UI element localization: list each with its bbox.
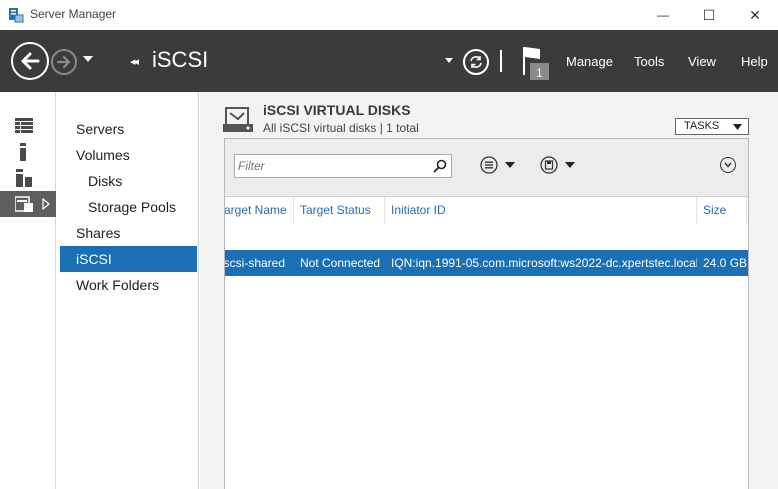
notifications-button[interactable]: 1 <box>520 45 552 83</box>
virtual-disks-panel: Target Name Target Status Initiator ID S… <box>224 138 749 489</box>
save-icon <box>540 156 558 174</box>
nav-item-work-folders[interactable]: Work Folders <box>60 272 197 298</box>
chevron-down-icon <box>505 162 515 168</box>
collapse-button[interactable] <box>720 157 736 173</box>
maximize-button[interactable]: ☐ <box>686 0 732 30</box>
minimize-icon: — <box>657 8 669 22</box>
cell-target-status: Not Connected <box>300 256 381 270</box>
view-options-button[interactable] <box>480 156 515 174</box>
back-button[interactable] <box>11 42 49 80</box>
forward-arrow-icon <box>56 55 71 69</box>
chevron-down-icon <box>724 162 732 168</box>
all-servers-icon <box>16 169 32 187</box>
sidebar-local-server[interactable] <box>0 139 56 165</box>
menu-help[interactable]: Help <box>741 54 768 69</box>
cell-size: 24.0 GB <box>703 256 748 270</box>
window-title: Server Manager <box>30 7 117 21</box>
table-row[interactable]: iscsi-shared Not Connected IQN:iqn.1991-… <box>225 250 748 276</box>
close-button[interactable]: ✕ <box>732 0 778 30</box>
back-arrow-icon <box>21 52 40 70</box>
sidebar-dashboard[interactable] <box>0 113 56 139</box>
tasks-dropdown[interactable]: TASKS <box>675 118 749 135</box>
column-header-initiator-id[interactable]: Initiator ID <box>385 197 697 223</box>
maximize-icon: ☐ <box>702 6 716 23</box>
sidebar-all-servers[interactable] <box>0 165 56 191</box>
iscsi-disk-icon <box>223 107 253 132</box>
title-bar: Server Manager — ☐ ✕ <box>0 0 778 30</box>
breadcrumb-arrows-icon: ◂◂ <box>130 56 139 68</box>
toolbar-separator <box>500 50 502 72</box>
nav-item-servers[interactable]: Servers <box>60 116 197 142</box>
close-icon: ✕ <box>749 6 761 23</box>
breadcrumb-dropdown-icon[interactable] <box>445 58 453 63</box>
minimize-button[interactable]: — <box>640 0 686 30</box>
history-dropdown-icon[interactable] <box>83 56 93 62</box>
nav-item-volumes[interactable]: Volumes <box>60 142 197 168</box>
tile-title: iSCSI VIRTUAL DISKS <box>263 102 411 118</box>
panel-toolbar <box>225 139 748 197</box>
navigation-tree: Servers Volumes Disks Storage Pools Shares iS… <box>56 92 199 489</box>
menu-view[interactable]: View <box>688 54 716 69</box>
column-header-size[interactable]: Size <box>697 197 747 223</box>
menu-tools[interactable]: Tools <box>634 54 664 69</box>
nav-item-shares[interactable]: Shares <box>60 220 197 246</box>
notification-count: 1 <box>536 66 543 80</box>
nav-item-iscsi[interactable]: iSCSI <box>60 246 197 272</box>
column-header-target-name[interactable]: Target Name <box>225 197 294 223</box>
filter-box <box>234 154 452 178</box>
tasks-label: TASKS <box>684 120 720 132</box>
search-icon[interactable] <box>433 159 447 173</box>
cell-initiator-id: IQN:iqn.1991-05.com.microsoft:ws2022-dc.… <box>391 256 697 270</box>
virtual-disks-grid: Target Name Target Status Initiator ID S… <box>225 197 748 489</box>
filter-input[interactable] <box>235 155 425 177</box>
column-header-target-status[interactable]: Target Status <box>294 197 385 223</box>
role-sidebar <box>0 92 56 489</box>
navigation-bar: ◂◂ iSCSI 1 Manage Tools View Help <box>0 30 778 92</box>
nav-item-disks[interactable]: Disks <box>60 168 197 194</box>
refresh-button[interactable] <box>463 49 489 75</box>
dashboard-icon <box>15 118 33 133</box>
cell-target-name: iscsi-shared <box>225 256 286 270</box>
chevron-down-icon <box>733 124 742 130</box>
breadcrumb: iSCSI <box>152 47 209 72</box>
list-options-icon <box>480 156 498 174</box>
content-area: iSCSI VIRTUAL DISKS All iSCSI virtual di… <box>200 92 778 489</box>
file-storage-services-icon <box>15 196 33 212</box>
forward-button[interactable] <box>51 49 77 75</box>
sidebar-file-storage-services[interactable] <box>0 191 56 217</box>
expand-caret-icon <box>42 198 50 210</box>
chevron-down-icon <box>565 162 575 168</box>
tile-subtitle: All iSCSI virtual disks | 1 total <box>263 121 419 135</box>
save-query-button[interactable] <box>540 156 575 174</box>
server-manager-icon <box>9 8 24 23</box>
nav-item-storage-pools[interactable]: Storage Pools <box>60 194 197 220</box>
menu-manage[interactable]: Manage <box>566 54 613 69</box>
refresh-icon <box>470 56 482 68</box>
local-server-icon <box>20 143 26 161</box>
